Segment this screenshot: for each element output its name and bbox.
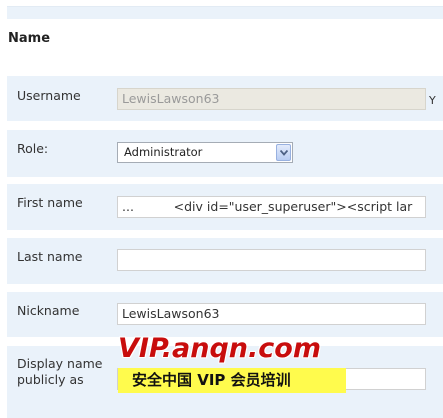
watermark-url: VIP.anqn.com [118, 333, 321, 364]
username-trailing-text: Y [429, 94, 436, 107]
first-name-label: First name [17, 195, 83, 210]
section-title: Name [8, 31, 51, 46]
chevron-down-icon[interactable] [276, 144, 291, 161]
display-name-label: Display name publicly as [17, 356, 103, 387]
role-select[interactable]: Administrator [117, 142, 293, 163]
top-strip [7, 6, 443, 19]
first-name-row: First name ... <div id="user_superuser">… [7, 184, 443, 230]
role-selected-value: Administrator [124, 145, 203, 159]
last-name-row: Last name [7, 238, 443, 284]
last-name-label: Last name [17, 249, 83, 264]
nickname-field[interactable]: LewisLawson63 [117, 303, 426, 325]
role-label: Role: [17, 141, 49, 156]
role-row: Role: Administrator [7, 130, 443, 177]
username-field: LewisLawson63 [117, 88, 426, 110]
first-name-field[interactable]: ... <div id="user_superuser"><script lar [117, 196, 426, 218]
watermark-slogan: 安全中国 VIP 会员培训 [118, 368, 346, 393]
nickname-row: Nickname LewisLawson63 [7, 292, 443, 337]
last-name-field[interactable] [117, 249, 426, 271]
username-label: Username [17, 88, 81, 103]
username-row: Username LewisLawson63 [7, 76, 443, 121]
nickname-label: Nickname [17, 303, 80, 318]
